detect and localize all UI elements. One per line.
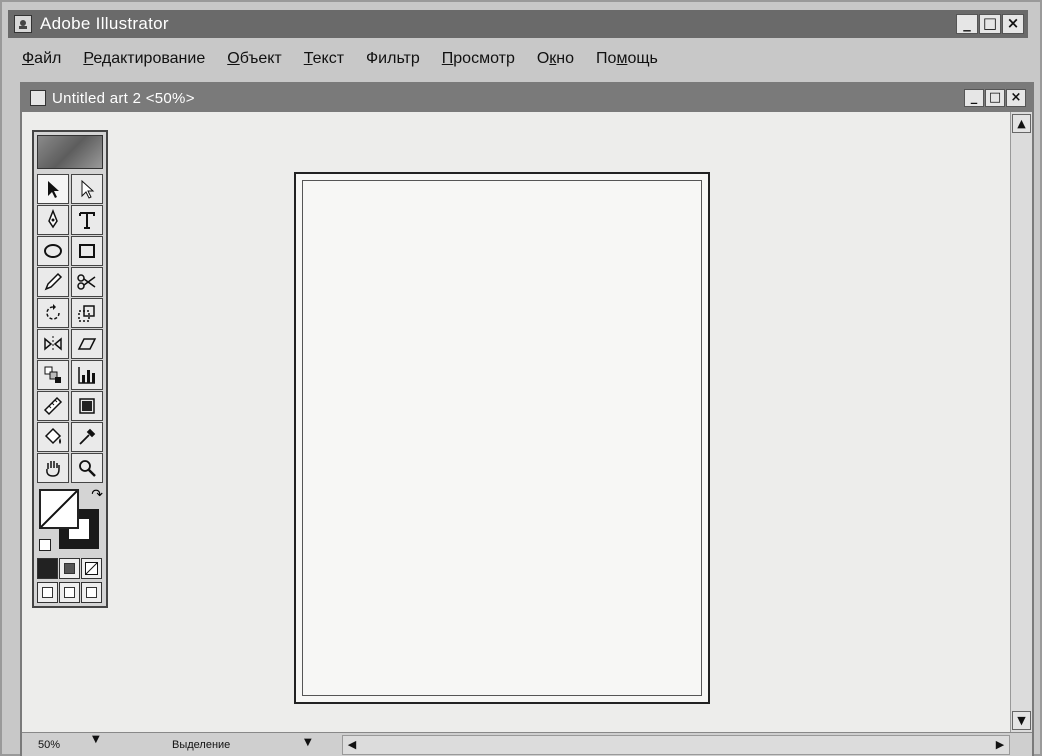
hand-tool-icon[interactable] — [37, 453, 69, 483]
shear-tool-icon[interactable] — [71, 329, 103, 359]
scissors-tool-icon[interactable] — [71, 267, 103, 297]
close-button[interactable]: × — [1002, 14, 1024, 34]
reflect-tool-icon[interactable] — [37, 329, 69, 359]
status-bar: 50% ▼ Выделение ▼ ◀ ▶ — [22, 732, 1032, 756]
printable-area — [302, 180, 702, 696]
toolbox-palette[interactable]: ↷ — [32, 130, 108, 608]
tool-grid — [37, 174, 103, 484]
pencil-tool-icon[interactable] — [37, 267, 69, 297]
menu-type[interactable]: Текст — [304, 50, 344, 68]
document-window: Untitled art 2 <50%> _ □ × ▲ ▼ 50% ▼ Выд… — [20, 82, 1034, 756]
document-titlebar[interactable]: Untitled art 2 <50%> _ □ × — [22, 84, 1032, 112]
status-dropdown-arrow-icon[interactable]: ▼ — [304, 737, 312, 748]
illustrator-app-icon[interactable] — [14, 15, 32, 33]
app-window-controls: _ □ × — [956, 14, 1024, 34]
type-tool-icon[interactable] — [71, 205, 103, 235]
gradient-tool-icon[interactable] — [71, 391, 103, 421]
menu-bar: Файл Редактирование Объект Текст Фильтр … — [22, 46, 658, 72]
rectangle-tool-icon[interactable] — [71, 236, 103, 266]
ellipse-tool-icon[interactable] — [37, 236, 69, 266]
direct-selection-tool-icon[interactable] — [71, 174, 103, 204]
none-color-icon[interactable] — [81, 558, 102, 579]
blend-tool-icon[interactable] — [37, 360, 69, 390]
horizontal-scrollbar[interactable]: ◀ ▶ — [342, 735, 1010, 755]
menu-help[interactable]: Помощь — [596, 50, 658, 68]
menu-view[interactable]: Просмотр — [442, 50, 515, 68]
menu-window[interactable]: Окно — [537, 50, 574, 68]
doc-close-button[interactable]: × — [1006, 89, 1026, 107]
menu-object[interactable]: Объект — [227, 50, 282, 68]
gradient-mode-icon[interactable] — [59, 558, 80, 579]
scale-tool-icon[interactable] — [71, 298, 103, 328]
toolbox-logo-icon — [37, 135, 103, 169]
swap-colors-icon[interactable]: ↷ — [91, 487, 103, 503]
zoom-tool-icon[interactable] — [71, 453, 103, 483]
default-colors-icon[interactable] — [39, 539, 51, 551]
scroll-right-arrow-icon[interactable]: ▶ — [991, 736, 1009, 754]
canvas-area[interactable] — [22, 112, 1010, 732]
eyedropper-tool-icon[interactable] — [71, 422, 103, 452]
menu-file[interactable]: Файл — [22, 50, 61, 68]
measure-tool-icon[interactable] — [37, 391, 69, 421]
status-mode-dropdown[interactable]: Выделение — [172, 736, 342, 754]
app-titlebar[interactable]: Adobe Illustrator _ □ × — [8, 10, 1028, 38]
graph-tool-icon[interactable] — [71, 360, 103, 390]
menu-edit[interactable]: Редактирование — [83, 50, 205, 68]
fill-stroke-selector: ↷ — [37, 487, 103, 553]
doc-minimize-button[interactable]: _ — [964, 89, 984, 107]
full-screen-mode-icon[interactable] — [81, 582, 102, 603]
artboard[interactable] — [294, 172, 710, 704]
zoom-dropdown-arrow-icon[interactable]: ▼ — [92, 734, 100, 745]
screen-mode-row — [37, 582, 102, 603]
vertical-scrollbar[interactable]: ▲ ▼ — [1010, 112, 1032, 732]
full-screen-menu-mode-icon[interactable] — [59, 582, 80, 603]
scroll-left-arrow-icon[interactable]: ◀ — [343, 736, 361, 754]
document-icon[interactable] — [30, 90, 46, 106]
maximize-button[interactable]: □ — [979, 14, 1001, 34]
rotate-tool-icon[interactable] — [37, 298, 69, 328]
selection-tool-icon[interactable] — [37, 174, 69, 204]
zoom-value: 50% — [38, 739, 61, 751]
scroll-up-arrow-icon[interactable]: ▲ — [1012, 114, 1031, 133]
app-title: Adobe Illustrator — [40, 14, 169, 33]
menu-filter[interactable]: Фильтр — [366, 50, 420, 68]
status-mode-value: Выделение — [172, 739, 231, 751]
solid-color-icon[interactable] — [37, 558, 58, 579]
doc-maximize-button[interactable]: □ — [985, 89, 1005, 107]
app-window: Adobe Illustrator _ □ × Файл Редактирова… — [0, 0, 1042, 756]
pen-tool-icon[interactable] — [37, 205, 69, 235]
document-window-controls: _ □ × — [964, 89, 1026, 107]
paint-bucket-tool-icon[interactable] — [37, 422, 69, 452]
document-title: Untitled art 2 <50%> — [52, 89, 195, 107]
color-mode-row — [37, 558, 102, 579]
standard-screen-mode-icon[interactable] — [37, 582, 58, 603]
fill-swatch[interactable] — [39, 489, 79, 529]
scroll-down-arrow-icon[interactable]: ▼ — [1012, 711, 1031, 730]
minimize-button[interactable]: _ — [956, 14, 978, 34]
